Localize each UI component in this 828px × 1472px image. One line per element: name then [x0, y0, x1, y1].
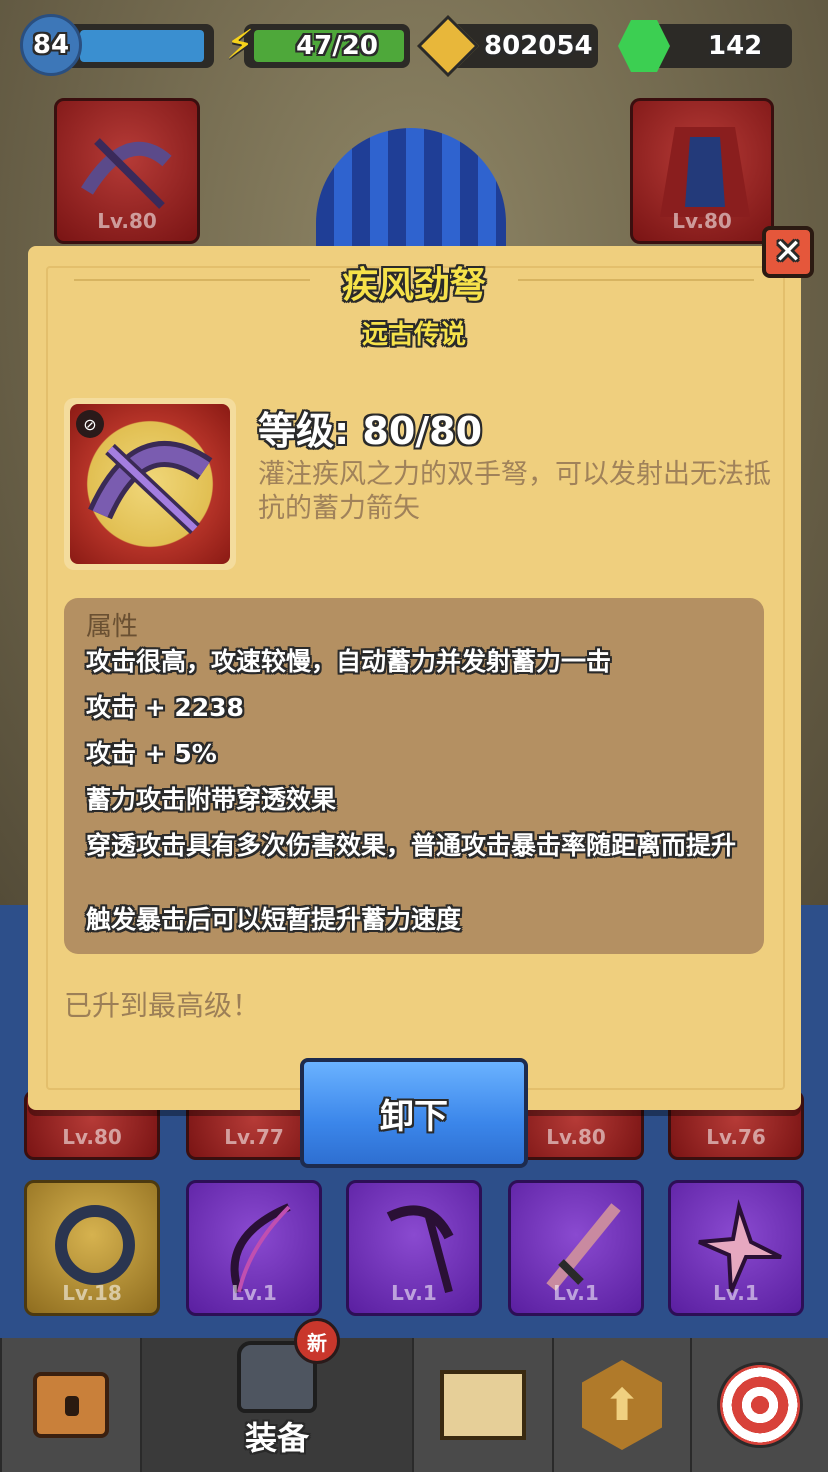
- energy-text: 47/20: [296, 31, 378, 61]
- slot-level: Lv.1: [553, 1281, 599, 1305]
- bag-slot[interactable]: Lv.1: [668, 1180, 804, 1316]
- item-icon: ⊘: [70, 404, 230, 564]
- gem-text: 142: [708, 31, 763, 61]
- tab-equipment-label: 装备: [244, 1419, 309, 1457]
- map-icon: [440, 1370, 526, 1440]
- unequip-button[interactable]: 卸下: [300, 1058, 528, 1168]
- hero-armor-slot[interactable]: Lv.80: [630, 98, 774, 244]
- energy-bar: 47/20: [244, 24, 410, 68]
- energy-icon[interactable]: ⚡: [226, 22, 254, 68]
- bag-slot[interactable]: Lv.1: [186, 1180, 322, 1316]
- tab-equipment[interactable]: 装备: [140, 1338, 412, 1472]
- attribute-line: 攻击很高，攻速较慢，自动蓄力并发射蓄力一击: [86, 647, 612, 676]
- target-icon: [717, 1362, 803, 1448]
- tab-upgrade[interactable]: ⬆: [552, 1338, 690, 1472]
- bag-slot[interactable]: Lv.1: [508, 1180, 644, 1316]
- slot-level: Lv.18: [62, 1281, 122, 1305]
- bag-slot[interactable]: Lv.18: [24, 1180, 160, 1316]
- chest-icon: [33, 1372, 109, 1438]
- hero-weapon-slot[interactable]: Lv.80: [54, 98, 200, 244]
- close-button[interactable]: ✕: [762, 226, 814, 278]
- attribute-line: 触发暴击后可以短暂提升蓄力速度: [86, 905, 462, 934]
- new-badge: 新: [294, 1318, 340, 1364]
- attribute-line: 蓄力攻击附带穿透效果: [86, 785, 337, 814]
- slot-level: Lv.1: [713, 1281, 759, 1305]
- unequip-label: 卸下: [380, 1096, 448, 1137]
- slot-level: Lv.1: [391, 1281, 437, 1305]
- tab-chest[interactable]: [0, 1338, 140, 1472]
- upgrade-arrow-icon: ⬆: [582, 1360, 662, 1450]
- xp-fill: [80, 30, 204, 62]
- item-title: 疾风劲弩: [341, 265, 486, 306]
- slot-level: Lv.76: [706, 1125, 766, 1149]
- item-icon-frame: ⊘: [64, 398, 236, 570]
- close-icon: ✕: [773, 232, 803, 272]
- item-quality: 远古传说: [361, 320, 466, 350]
- player-level-badge[interactable]: 84: [20, 14, 82, 76]
- bag-slot[interactable]: Lv.1: [346, 1180, 482, 1316]
- tab-target[interactable]: [690, 1338, 828, 1472]
- attributes-header: 属性: [86, 612, 139, 642]
- crossbow-icon: [88, 441, 213, 535]
- item-description: 灌注疾风之力的双手弩，可以发射出无法抵抗的蓄力箭矢: [258, 459, 771, 524]
- slot-level: Lv.80: [672, 209, 732, 233]
- slot-level: Lv.1: [231, 1281, 277, 1305]
- crossbow-icon: [81, 138, 172, 209]
- attribute-line: 穿透攻击具有多次伤害效果，普通攻击暴击率随距离而提升: [86, 831, 737, 860]
- attribute-line: 攻击 + 2238: [86, 693, 244, 722]
- helmet-ring-icon: [55, 1205, 135, 1285]
- gold-text: 802054: [484, 31, 593, 61]
- weapon-type-icon: ⊘: [76, 410, 104, 438]
- slot-level: Lv.80: [62, 1125, 122, 1149]
- slot-level: Lv.80: [546, 1125, 606, 1149]
- attribute-line: 攻击 + 5%: [86, 739, 217, 768]
- player-level-text: 84: [32, 30, 70, 60]
- max-level-text: 已升到最高级！: [64, 989, 261, 1022]
- tab-map[interactable]: [412, 1338, 552, 1472]
- item-level: 等级: 80/80: [258, 409, 483, 453]
- slot-level: Lv.80: [97, 209, 157, 233]
